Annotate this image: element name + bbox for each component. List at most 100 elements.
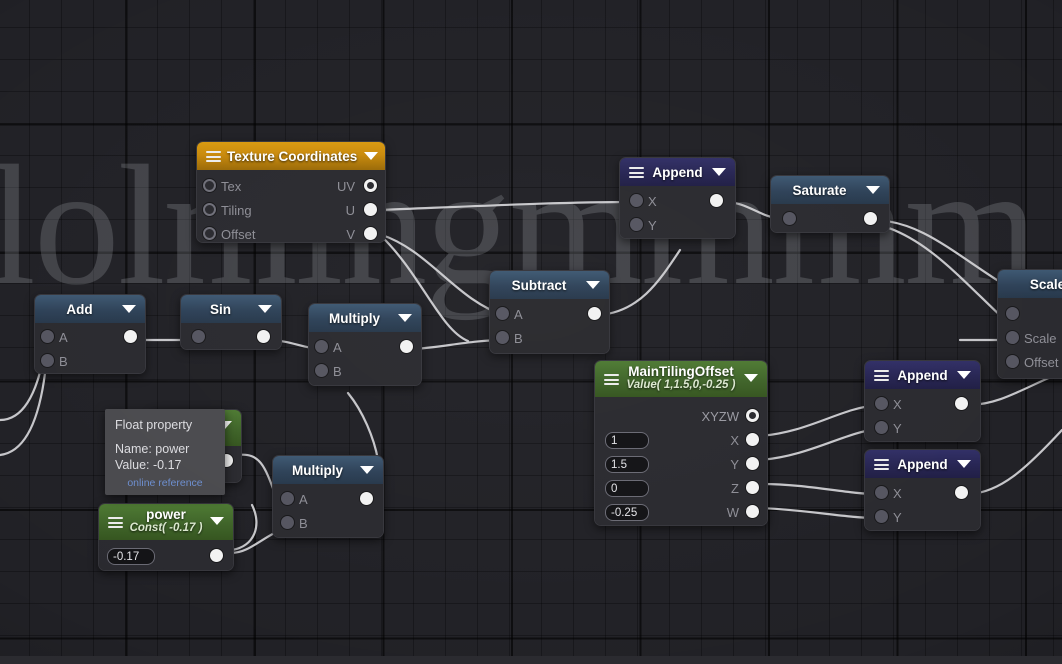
node-multiply-top[interactable]: Multiply A B [308,303,422,386]
node-body: X Y [865,389,980,441]
value-field-z[interactable] [605,480,649,497]
node-body [99,540,233,570]
chevron-down-icon[interactable] [866,186,880,194]
output-pin[interactable] [124,330,137,343]
value-field-power[interactable] [107,548,155,565]
chevron-down-icon[interactable] [712,168,726,176]
output-pin-u[interactable] [364,203,377,216]
node-header-main-tiling-offset[interactable]: MainTilingOffset Value( 1,1.5,0,-0.25 ) [595,361,767,397]
chevron-down-icon[interactable] [586,281,600,289]
input-pin-a[interactable] [496,307,509,320]
output-pin-z[interactable] [746,481,759,494]
node-append-top[interactable]: Append X Y [619,157,736,239]
node-saturate[interactable]: Saturate [770,175,890,233]
output-pin[interactable] [864,212,877,225]
node-header-append-low[interactable]: Append [865,450,980,478]
port-label-a: A [299,491,308,507]
node-header-scale[interactable]: Scale [998,270,1062,298]
input-pin-x[interactable] [875,397,888,410]
input-pin[interactable] [192,330,205,343]
node-header-sin[interactable]: Sin [181,295,281,323]
input-pin-a[interactable] [281,492,294,505]
input-pin-tex[interactable] [203,179,216,192]
node-title: Append [897,456,948,472]
output-pin[interactable] [360,492,373,505]
chevron-down-icon[interactable] [364,152,379,160]
node-header-add[interactable]: Add [35,295,145,323]
output-pin-xyzw[interactable] [746,409,759,422]
output-pin-y[interactable] [746,457,759,470]
node-subtract[interactable]: Subtract A B [489,270,610,354]
node-header-power[interactable]: power Const( -0.17 ) [99,504,233,540]
input-pin[interactable] [783,212,796,225]
chevron-down-icon[interactable] [258,305,272,313]
input-pin-y[interactable] [875,421,888,434]
input-pin-a[interactable] [315,340,328,353]
output-pin[interactable] [257,330,270,343]
hamburger-menu-icon[interactable] [206,151,221,162]
output-pin[interactable] [210,549,223,562]
hamburger-menu-icon[interactable] [874,459,889,470]
output-pin[interactable] [955,486,968,499]
node-header-append-mid[interactable]: Append [865,361,980,389]
output-pin[interactable] [710,194,723,207]
input-pin-primary[interactable] [1006,307,1019,320]
node-header-subtract[interactable]: Subtract [490,271,609,299]
online-reference-link[interactable]: online reference [115,477,215,489]
node-title: Multiply [292,462,343,478]
node-add[interactable]: Add A B [34,294,146,374]
hamburger-menu-icon[interactable] [874,370,889,381]
node-multiply-bottom[interactable]: Multiply A B [272,455,384,538]
input-pin-x[interactable] [875,486,888,499]
chevron-down-icon[interactable] [122,305,136,313]
node-append-mid[interactable]: Append X Y [864,360,981,442]
input-pin-tiling[interactable] [203,203,216,216]
input-pin-x[interactable] [630,194,643,207]
input-pin-y[interactable] [875,510,888,523]
input-pin-b[interactable] [315,364,328,377]
hamburger-menu-icon[interactable] [108,517,123,528]
port-row: B [309,359,421,383]
output-pin-x[interactable] [746,433,759,446]
value-field-w[interactable] [605,504,649,521]
output-pin[interactable] [400,340,413,353]
node-header-append-top[interactable]: Append [620,158,735,186]
chevron-down-icon[interactable] [360,466,374,474]
node-power[interactable]: power Const( -0.17 ) [98,503,234,571]
node-header-texture-coordinates[interactable]: Texture Coordinates [197,142,385,170]
hamburger-menu-icon[interactable] [629,167,644,178]
node-header-multiply-bottom[interactable]: Multiply [273,456,383,484]
output-pin-v[interactable] [364,227,377,240]
value-field-y[interactable] [605,456,649,473]
chevron-down-icon[interactable] [744,374,758,382]
node-header-multiply-top[interactable]: Multiply [309,304,421,332]
node-header-saturate[interactable]: Saturate [771,176,889,204]
input-pin-b[interactable] [496,331,509,344]
output-pin[interactable] [955,397,968,410]
node-graph-canvas[interactable]: lolmingmmmm Texture Coordinates Tex UV T… [0,0,1062,664]
input-pin-y[interactable] [630,218,643,231]
input-pin-offset[interactable] [1006,355,1019,368]
output-pin[interactable] [588,307,601,320]
value-field-x[interactable] [605,432,649,449]
node-main-tiling-offset[interactable]: MainTilingOffset Value( 1,1.5,0,-0.25 ) … [594,360,768,526]
port-row: B [35,349,145,373]
input-pin-scale[interactable] [1006,331,1019,344]
chevron-down-icon[interactable] [957,460,971,468]
input-pin-b[interactable] [41,354,54,367]
chevron-down-icon[interactable] [210,517,224,525]
chevron-down-icon[interactable] [957,371,971,379]
node-scale[interactable]: Scale Scale Offset [997,269,1062,379]
input-pin-b[interactable] [281,516,294,529]
hamburger-menu-icon[interactable] [604,374,619,385]
node-texture-coordinates[interactable]: Texture Coordinates Tex UV Tiling U Offs… [196,141,386,243]
port-label-b: B [299,515,308,531]
node-body: XYZW X Y Z W [595,397,767,525]
node-append-low[interactable]: Append X Y [864,449,981,531]
node-sin[interactable]: Sin [180,294,282,350]
output-pin-uv[interactable] [364,179,377,192]
output-pin-w[interactable] [746,505,759,518]
chevron-down-icon[interactable] [398,314,412,322]
input-pin-offset[interactable] [203,227,216,240]
input-pin-a[interactable] [41,330,54,343]
